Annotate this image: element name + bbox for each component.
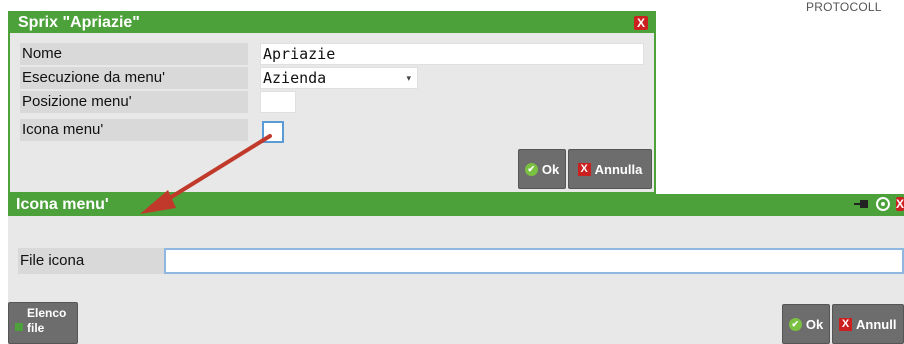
annulla-button[interactable]: X Annull [832, 304, 904, 344]
elenco-label-2: file [27, 321, 45, 335]
icona-menu-field[interactable] [262, 121, 284, 143]
esecuzione-select[interactable]: Azienda ▾ [260, 67, 418, 89]
annulla-button[interactable]: X Annulla [568, 149, 652, 189]
icona-menu-dialog-titlebar: Icona menu' X [8, 194, 904, 216]
status-square-icon [15, 323, 23, 331]
chevron-down-icon: ▾ [406, 74, 411, 84]
check-icon: ✔ [524, 162, 538, 176]
pin-icon[interactable] [854, 199, 870, 209]
titlebar-icons: X [854, 197, 904, 211]
check-icon: ✔ [788, 317, 802, 331]
esecuzione-label: Esecuzione da menu' [20, 67, 248, 89]
nome-label: Nome [20, 43, 248, 65]
sprix-dialog-titlebar: Sprix "Apriazie" [10, 13, 654, 33]
icona-menu-dialog-title: Icona menu' [16, 196, 109, 213]
nome-field[interactable]: Apriazie [260, 43, 644, 65]
icona-menu-dialog: Icona menu' X File icona Elenco file ✔ O… [8, 194, 904, 344]
target-icon[interactable] [876, 197, 890, 211]
ok-button[interactable]: ✔ Ok [518, 149, 566, 189]
elenco-file-label: Elenco file [27, 306, 66, 336]
file-icona-label: File icona [18, 248, 164, 274]
icona-label: Icona menu' [20, 119, 248, 141]
ok-button[interactable]: ✔ Ok [782, 304, 830, 344]
close-icon[interactable]: X [896, 197, 904, 211]
elenco-file-button[interactable]: Elenco file [8, 302, 78, 344]
posizione-field[interactable] [260, 91, 296, 113]
ok-button-label: Ok [805, 316, 824, 332]
close-icon: X [577, 162, 591, 176]
protocol-label: PROTOCOLL [806, 0, 882, 14]
posizione-label: Posizione menu' [20, 91, 248, 113]
close-icon[interactable]: X [634, 16, 648, 30]
annulla-button-label: Annulla [594, 161, 643, 177]
sprix-dialog: Sprix "Apriazie" X Nome Apriazie Esecuzi… [8, 11, 656, 194]
annulla-button-label: Annull [856, 316, 897, 332]
elenco-label-1: Elenco [27, 306, 67, 320]
close-icon: X [839, 317, 852, 331]
sprix-dialog-title: Sprix "Apriazie" [18, 14, 140, 31]
file-icona-input[interactable] [164, 248, 904, 274]
esecuzione-select-value: Azienda [263, 69, 327, 87]
ok-button-label: Ok [541, 161, 560, 177]
